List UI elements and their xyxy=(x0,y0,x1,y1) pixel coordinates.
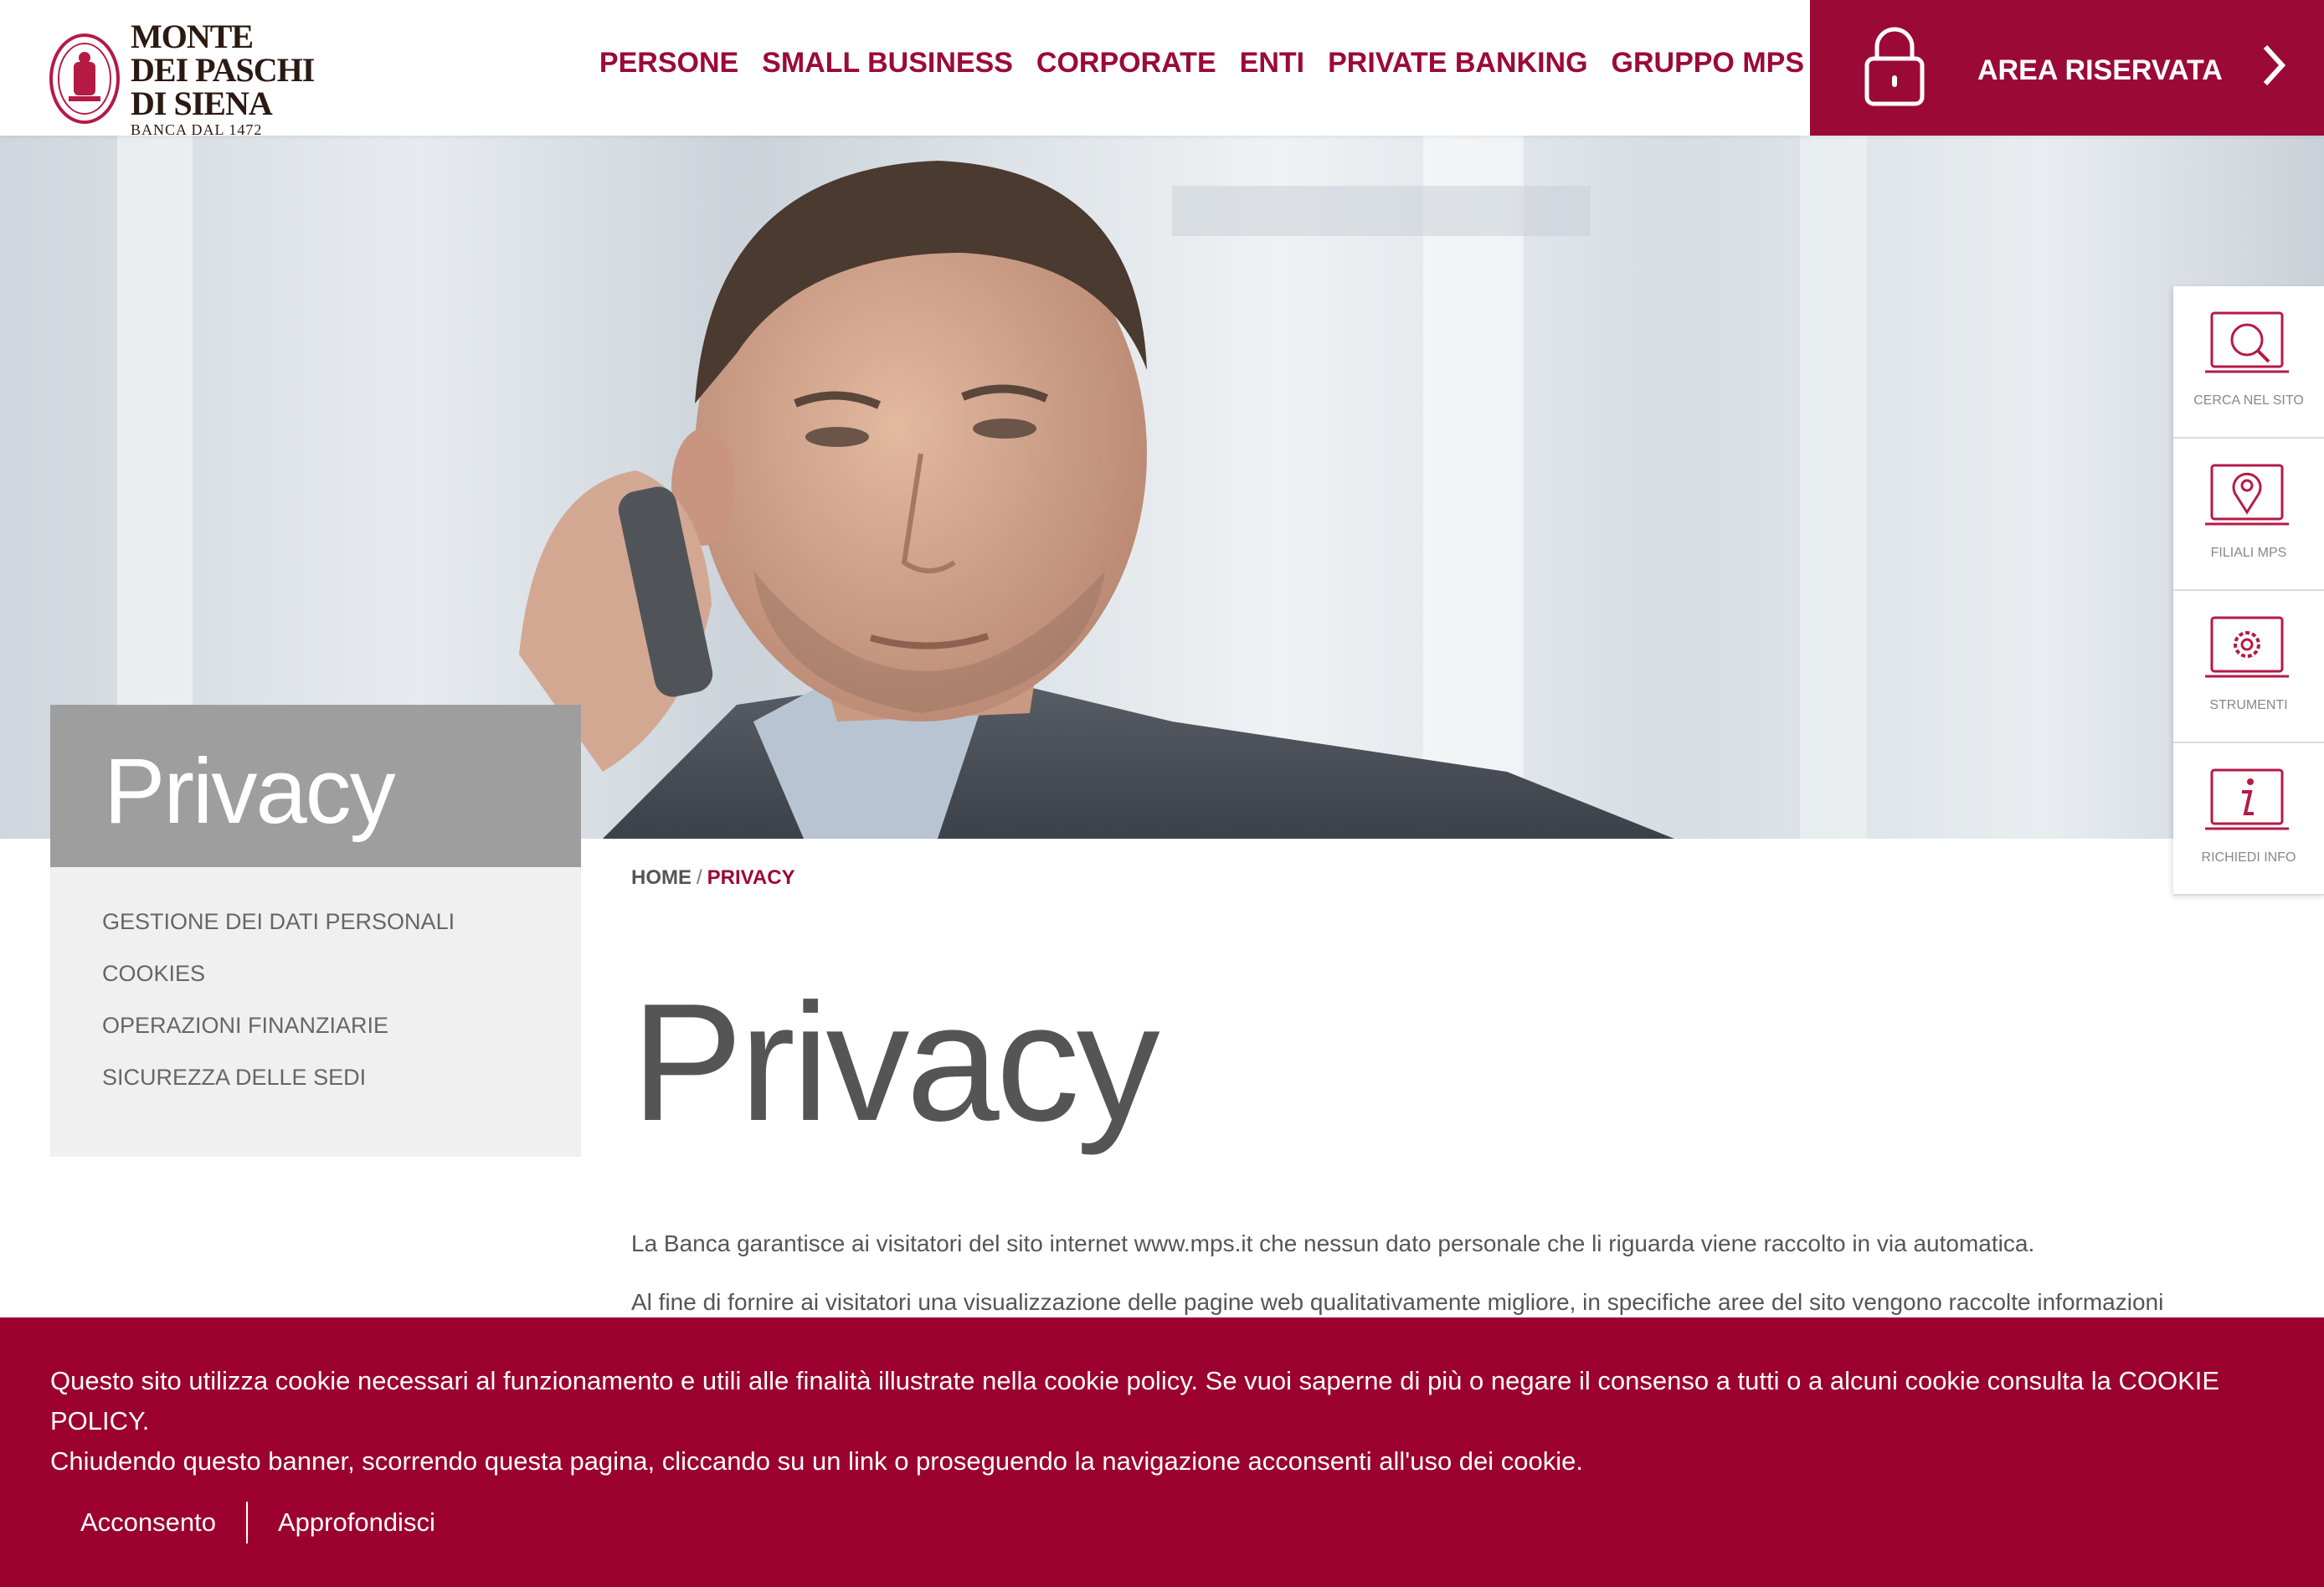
area-riservata-label: AREA RISERVATA xyxy=(1977,54,2223,86)
breadcrumb-current: PRIVACY xyxy=(707,866,795,889)
main-nav: PERSONE SMALL BUSINESS CORPORATE ENTI PR… xyxy=(599,47,1804,80)
sidebar-menu: GESTIONE DEI DATI PERSONALI COOKIES OPER… xyxy=(50,867,581,1157)
cookie-more-button[interactable]: Approfondisci xyxy=(248,1507,465,1538)
breadcrumb-home[interactable]: HOME xyxy=(631,866,692,889)
sidebar-item-cookies[interactable]: COOKIES xyxy=(102,961,455,1013)
logo-line-2: DEI PASCHI xyxy=(131,51,315,89)
gear-icon xyxy=(2205,616,2289,678)
cookie-message: Questo sito utilizza cookie necessari al… xyxy=(50,1361,2294,1482)
tool-label: STRUMENTI xyxy=(2209,698,2288,712)
sidebar-title-box: Privacy xyxy=(50,705,581,867)
logo-subtitle: BANCA DAL 1472 xyxy=(131,121,263,138)
tool-cerca-nel-sito[interactable]: CERCA NEL SITO xyxy=(2173,286,2324,439)
logo-line-1: MONTE xyxy=(131,18,254,55)
tool-strumenti[interactable]: STRUMENTI xyxy=(2173,591,2324,743)
tool-filiali-mps[interactable]: FILIALI MPS xyxy=(2173,439,2324,591)
area-riservata-button[interactable]: AREA RISERVATA xyxy=(1810,0,2324,136)
logo-wordmark: MONTE DEI PASCHI DI SIENA BANCA DAL 1472 xyxy=(131,18,315,138)
site-header: MONTE DEI PASCHI DI SIENA BANCA DAL 1472… xyxy=(0,0,2324,138)
quick-tools-panel: CERCA NEL SITO FILIALI MPS STRUMENTI RIC… xyxy=(2173,286,2324,896)
nav-item-persone[interactable]: PERSONE xyxy=(599,47,738,80)
tool-label: CERCA NEL SITO xyxy=(2193,393,2304,408)
sidebar-item-gestione-dati[interactable]: GESTIONE DEI DATI PERSONALI xyxy=(102,909,455,961)
tool-label: RICHIEDI INFO xyxy=(2201,850,2296,865)
cookie-message-line-2: Chiudendo questo banner, scorrendo quest… xyxy=(50,1446,1584,1476)
logo-line-3: DI SIENA xyxy=(131,85,273,122)
cookie-actions: Acconsento Approfondisci xyxy=(50,1502,465,1543)
tool-label: FILIALI MPS xyxy=(2210,546,2287,560)
seal-icon xyxy=(49,33,120,124)
nav-item-private-banking[interactable]: PRIVATE BANKING xyxy=(1328,47,1587,80)
paragraph-1: La Banca garantisce ai visitatori del si… xyxy=(631,1230,2035,1256)
breadcrumb: HOME / PRIVACY xyxy=(631,866,795,890)
sidebar-item-operazioni-finanziarie[interactable]: OPERAZIONI FINANZIARIE xyxy=(102,1013,455,1065)
mps-logo[interactable]: MONTE DEI PASCHI DI SIENA BANCA DAL 1472 xyxy=(49,18,315,138)
map-pin-icon xyxy=(2205,464,2289,526)
nav-item-enti[interactable]: ENTI xyxy=(1240,47,1304,80)
info-icon xyxy=(2205,768,2289,830)
tool-richiedi-info[interactable]: RICHIEDI INFO xyxy=(2173,743,2324,896)
nav-item-gruppo-mps[interactable]: GRUPPO MPS xyxy=(1612,47,1804,80)
breadcrumb-separator: / xyxy=(697,866,702,889)
page-title: Privacy xyxy=(631,969,1160,1156)
sidebar-title: Privacy xyxy=(104,740,396,843)
nav-item-small-business[interactable]: SMALL BUSINESS xyxy=(762,47,1013,80)
cookie-message-line-1: Questo sito utilizza cookie necessari al… xyxy=(50,1366,2220,1435)
chevron-right-icon xyxy=(2263,44,2286,86)
nav-item-corporate[interactable]: CORPORATE xyxy=(1036,47,1216,80)
search-icon xyxy=(2205,311,2289,373)
paragraph-2: Al fine di fornire ai visitatori una vis… xyxy=(631,1289,2164,1315)
sidebar-item-sicurezza-sedi[interactable]: SICUREZZA DELLE SEDI xyxy=(102,1065,455,1117)
cookie-accept-button[interactable]: Acconsento xyxy=(50,1507,246,1538)
lock-icon xyxy=(1864,27,1925,106)
cookie-banner: Questo sito utilizza cookie necessari al… xyxy=(0,1317,2324,1587)
